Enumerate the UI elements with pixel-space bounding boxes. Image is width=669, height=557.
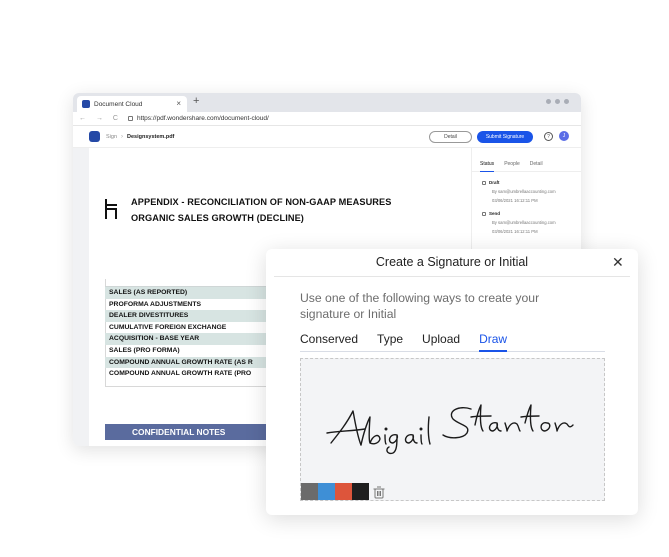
url-text: https://pdf.wondershare.com/document-clo… xyxy=(136,115,269,122)
side-panel-tabs: Status People Detail xyxy=(472,148,581,172)
status-event: Send By sam@umbrellaaccounting.com 03/06… xyxy=(472,203,581,234)
document-title-line1: APPENDIX - RECONCILIATION OF NON-GAAP ME… xyxy=(131,197,392,207)
tab-upload[interactable]: Upload xyxy=(422,332,460,352)
window-dot-icon[interactable] xyxy=(555,99,560,104)
trash-icon[interactable] xyxy=(372,485,386,499)
tab-close-icon[interactable]: × xyxy=(176,99,181,108)
drawn-signature-abigail-stanton xyxy=(326,404,574,455)
color-swatch-black[interactable] xyxy=(352,483,369,500)
event-time: 03/06/2021 16:12:11 PM xyxy=(492,229,538,234)
chair-logo-icon xyxy=(105,199,117,219)
tab-people[interactable]: People xyxy=(504,161,520,172)
signature-dialog: Create a Signature or Initial ✕ Use one … xyxy=(266,249,638,515)
status-event: Draft By sam@umbrellaaccounting.com 03/0… xyxy=(472,172,581,203)
browser-tab-bar: Document Cloud × + xyxy=(73,93,581,112)
table-row: DEALER DIVESTITURES xyxy=(105,310,275,322)
avatar[interactable]: J xyxy=(559,131,569,141)
tab-conserved[interactable]: Conserved xyxy=(300,332,358,352)
document-title-line2: ORGANIC SALES GROWTH (DECLINE) xyxy=(131,213,304,223)
event-author: By sam@umbrellaaccounting.com xyxy=(492,220,556,225)
signature-draw-canvas[interactable] xyxy=(300,358,605,501)
new-tab-icon[interactable]: + xyxy=(193,95,199,107)
table-row: ACQUISITION - BASE YEAR xyxy=(105,333,275,345)
app-toolbar: Sign › Designsystem.pdf Detail Submit Si… xyxy=(73,126,581,148)
url-field[interactable]: https://pdf.wondershare.com/document-clo… xyxy=(127,115,269,122)
nav-arrows-icon[interactable]: ← → C xyxy=(79,115,122,122)
submit-signature-button[interactable]: Submit Signature xyxy=(477,131,533,143)
color-swatch-gray[interactable] xyxy=(301,483,318,500)
event-author: By sam@umbrellaaccounting.com xyxy=(492,189,556,194)
detail-button[interactable]: Detail xyxy=(429,131,472,143)
event-title: Draft xyxy=(482,180,581,185)
window-dot-icon[interactable] xyxy=(546,99,551,104)
table-row: COMPOUND ANNUAL GROWTH RATE (PRO xyxy=(109,370,252,378)
dialog-divider xyxy=(274,276,630,277)
window-controls xyxy=(546,99,569,104)
window-dot-icon[interactable] xyxy=(564,99,569,104)
color-palette xyxy=(301,483,386,500)
tab-detail[interactable]: Detail xyxy=(530,161,543,172)
confidential-notes-heading: CONFIDENTIAL NOTES xyxy=(105,424,275,440)
table-row: SALES (PRO FORMA) xyxy=(109,346,180,354)
app-logo-icon xyxy=(82,100,90,108)
help-icon[interactable]: ? xyxy=(544,132,553,141)
event-title: Send xyxy=(482,211,581,216)
close-icon[interactable]: ✕ xyxy=(612,255,624,269)
tab-title: Document Cloud xyxy=(94,100,143,108)
browser-tab[interactable]: Document Cloud × xyxy=(77,96,187,112)
color-swatch-blue[interactable] xyxy=(318,483,335,500)
lock-icon xyxy=(127,116,133,121)
signature-method-tabs: Conserved Type Upload Draw xyxy=(300,332,605,352)
breadcrumb-filename: Designsystem.pdf xyxy=(127,133,175,140)
table-row: SALES (AS REPORTED) xyxy=(105,287,275,299)
table-row: COMPOUND ANNUAL GROWTH RATE (AS R xyxy=(105,356,275,369)
tab-status[interactable]: Status xyxy=(480,161,495,172)
reconciliation-table: SALES (AS REPORTED) PROFORMA ADJUSTMENTS… xyxy=(105,286,275,380)
breadcrumb-separator: › xyxy=(121,133,124,140)
draft-icon xyxy=(482,180,486,185)
send-icon xyxy=(482,211,486,216)
table-row: PROFORMA ADJUSTMENTS xyxy=(109,300,202,308)
screenshot-stage: Document Cloud × + ← → C https://pdf.won… xyxy=(0,0,669,557)
breadcrumb-root[interactable]: Sign xyxy=(106,134,117,140)
color-swatch-red[interactable] xyxy=(335,483,352,500)
tab-type[interactable]: Type xyxy=(377,332,403,352)
address-bar: ← → C https://pdf.wondershare.com/docume… xyxy=(73,112,581,126)
dialog-title: Create a Signature or Initial xyxy=(375,255,529,269)
tab-draw[interactable]: Draw xyxy=(479,332,508,352)
document-title: APPENDIX - RECONCILIATION OF NON-GAAP ME… xyxy=(131,194,392,226)
table-row: CUMULATIVE FOREIGN EXCHANGE xyxy=(109,323,227,331)
dialog-instruction: Use one of the following ways to create … xyxy=(300,291,540,321)
document-cloud-logo-icon[interactable] xyxy=(89,131,100,142)
